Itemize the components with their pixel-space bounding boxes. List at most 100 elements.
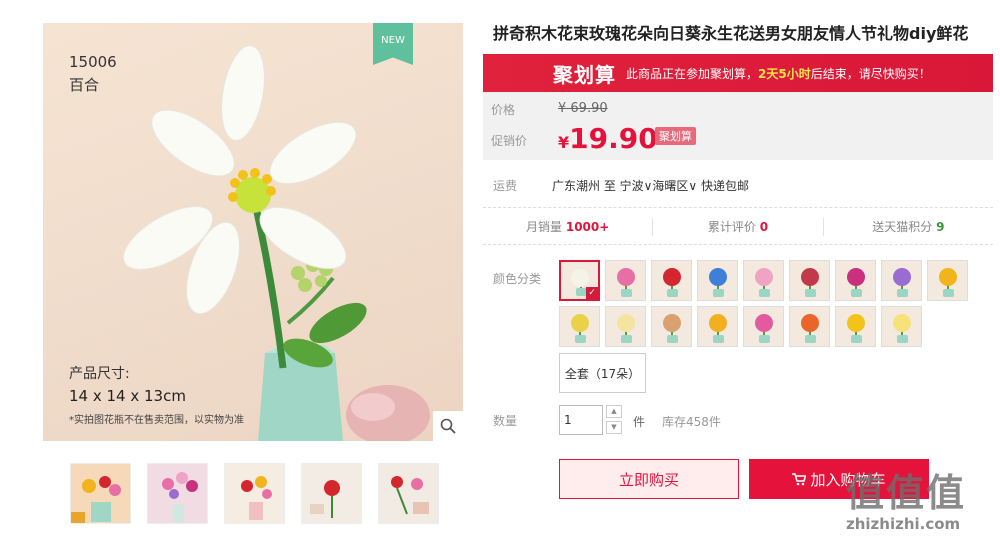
sales-stats: 月销量 1000+ 累计评价 0 送天猫积分 9	[483, 218, 993, 236]
size-label: 产品尺寸:	[69, 366, 130, 382]
product-code: 15006	[69, 53, 117, 71]
shipping-location-selector[interactable]: 广东潮州 至 宁波∨海曙区∨ 快递包邮	[552, 177, 749, 194]
site-watermark: 值值值 zhizhizhi.com	[846, 462, 996, 542]
color-swatch-2[interactable]	[605, 260, 646, 301]
color-swatch-grid: ✓	[559, 260, 979, 347]
swatch-flower	[800, 268, 819, 287]
promo-text-suffix: 后结束，请尽快购买！	[810, 66, 931, 81]
color-swatch-7[interactable]	[835, 260, 876, 301]
thumbnail-1[interactable]	[70, 463, 131, 524]
swatch-vase	[897, 335, 908, 343]
swatch-flower	[662, 268, 681, 287]
thumbnail-strip	[70, 463, 439, 524]
watermark-url: zhizhizhi.com	[846, 515, 961, 533]
color-swatch-15[interactable]	[789, 306, 830, 347]
size-value: 14 x 14 x 13cm	[69, 387, 186, 405]
cart-icon	[792, 472, 807, 485]
thumbnail-3-image	[225, 464, 284, 523]
monthly-sales: 月销量 1000+	[483, 218, 654, 236]
quantity-decrease-button[interactable]: ▼	[606, 421, 622, 434]
swatch-flower	[662, 314, 681, 333]
currency-symbol: ¥	[558, 133, 570, 152]
quantity-increase-button[interactable]: ▲	[606, 405, 622, 418]
swatch-flower	[708, 314, 727, 333]
main-product-image[interactable]: NEW 15006 百合 产品尺寸: 14 x 14 x 13cm *实拍图花瓶…	[43, 23, 463, 441]
monthly-sales-label: 月销量	[526, 220, 563, 234]
color-swatch-13[interactable]	[697, 306, 738, 347]
color-swatch-5[interactable]	[743, 260, 784, 301]
quantity-label: 数量	[493, 414, 518, 428]
swatch-vase	[759, 335, 770, 343]
promo-banner-text: 此商品正在参加聚划算，2天5小时后结束，请尽快购买！	[626, 65, 931, 82]
swatch-vase	[713, 335, 724, 343]
color-swatch-9[interactable]	[927, 260, 968, 301]
color-category-label: 颜色分类	[493, 272, 542, 286]
color-swatch-12[interactable]	[651, 306, 692, 347]
swatch-flower	[570, 268, 589, 287]
quantity-input[interactable]	[559, 405, 603, 435]
price-label: 价格	[491, 103, 516, 117]
divider	[483, 207, 993, 208]
swatch-flower	[892, 314, 911, 333]
swatch-flower	[616, 314, 635, 333]
color-swatch-17[interactable]	[881, 306, 922, 347]
product-title: 拼奇积木花束玫瑰花朵向日葵永生花送男女朋友情人节礼物diy鲜花	[493, 24, 969, 43]
thumbnail-4[interactable]	[301, 463, 362, 524]
product-code-overlay: 15006 百合	[69, 51, 117, 97]
price-box: 价格 ¥ 69.90 促销价 ¥19.90 聚划算	[483, 92, 993, 160]
promo-banner: 聚划算 此商品正在参加聚划算，2天5小时后结束，请尽快购买！	[483, 54, 993, 92]
color-swatch-3[interactable]	[651, 260, 692, 301]
swatch-vase	[667, 289, 678, 297]
swatch-flower	[616, 268, 635, 287]
promo-price: ¥19.90	[558, 122, 658, 155]
promo-countdown: 2天5小时	[758, 66, 811, 81]
thumbnail-2-image	[148, 464, 207, 523]
color-swatch-4[interactable]	[697, 260, 738, 301]
selected-check-icon: ✓	[586, 287, 598, 299]
color-swatch-14[interactable]	[743, 306, 784, 347]
color-swatch-6[interactable]	[789, 260, 830, 301]
color-swatch-11[interactable]	[605, 306, 646, 347]
thumbnail-5[interactable]	[378, 463, 439, 524]
color-swatch-8[interactable]	[881, 260, 922, 301]
swatch-flower	[846, 268, 865, 287]
swatch-vase	[713, 289, 724, 297]
color-swatch-10[interactable]	[559, 306, 600, 347]
swatch-flower	[754, 268, 773, 287]
monthly-sales-value: 1000+	[565, 220, 610, 234]
juhuasuan-logo: 聚划算	[553, 62, 616, 87]
quantity-unit: 件	[633, 415, 646, 429]
swatch-vase	[805, 335, 816, 343]
swatch-vase	[943, 289, 954, 297]
thumbnail-2[interactable]	[147, 463, 208, 524]
color-swatch-1[interactable]: ✓	[559, 260, 600, 301]
divider	[483, 244, 993, 245]
swatch-flower	[846, 314, 865, 333]
swatch-vase	[759, 289, 770, 297]
thumbnail-4-image	[302, 464, 361, 523]
swatch-vase	[575, 335, 586, 343]
promo-tag: 聚划算	[655, 127, 696, 145]
swatch-vase	[667, 335, 678, 343]
thumbnail-3[interactable]	[224, 463, 285, 524]
points-value: 9	[936, 220, 945, 234]
zoom-icon[interactable]	[433, 411, 463, 441]
swatch-vase	[851, 289, 862, 297]
watermark-logo: 值值值	[846, 471, 967, 515]
promo-price-value: 19.90	[569, 122, 658, 155]
swatch-flower	[938, 268, 957, 287]
product-flower-name: 百合	[69, 76, 100, 94]
color-swatch-16[interactable]	[835, 306, 876, 347]
shipping-label: 运费	[493, 179, 518, 193]
swatch-flower	[754, 314, 773, 333]
magnifier-icon	[440, 418, 456, 434]
original-price: ¥ 69.90	[558, 101, 608, 116]
points-label: 送天猫积分	[872, 220, 933, 234]
buy-now-button[interactable]: 立即购买	[559, 459, 739, 499]
promo-text-prefix: 此商品正在参加聚划算，	[626, 66, 759, 81]
swatch-vase	[851, 335, 862, 343]
review-count[interactable]: 累计评价 0	[653, 218, 824, 236]
swatch-vase	[897, 289, 908, 297]
full-set-option[interactable]: 全套（17朵）	[559, 353, 646, 393]
swatch-vase	[621, 335, 632, 343]
